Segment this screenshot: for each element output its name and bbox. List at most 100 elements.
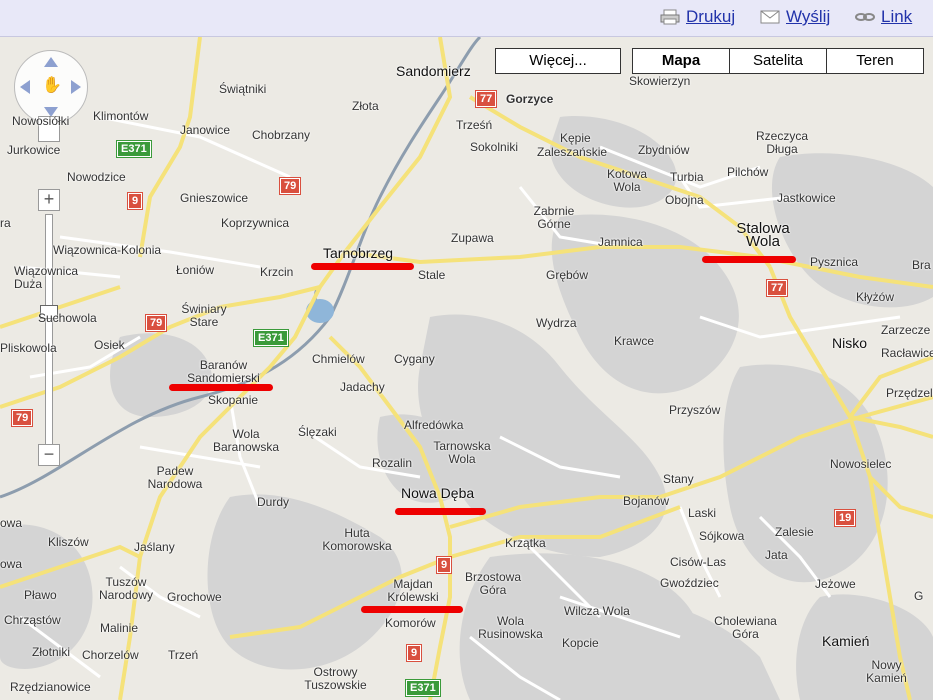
- place-label: Tuszów Narodowy: [98, 575, 154, 602]
- place-label: Huta Komorowska: [322, 526, 392, 553]
- place-label: Jata: [765, 548, 788, 562]
- place-label: Gorzyce: [506, 92, 554, 106]
- place-label: Koprzywnica: [221, 216, 290, 230]
- send-label: Wyślij: [786, 7, 831, 26]
- zoom-track[interactable]: [40, 214, 58, 446]
- map-canvas[interactable]: ✋ + − Więcej... Mapa Satelita Teren 77 7…: [0, 37, 933, 700]
- place-label: Komorów: [385, 616, 436, 630]
- place-label: Pilchów: [727, 165, 769, 179]
- place-label: Stalowa Wola: [736, 220, 790, 250]
- road-shield: 79: [278, 177, 302, 195]
- place-label: Zalesie: [775, 525, 814, 539]
- place-label: Nisko: [832, 335, 868, 351]
- place-label: Zarzecze: [881, 323, 931, 337]
- place-label: Rzeczyca Długa: [755, 129, 808, 156]
- place-label: Suchowola: [38, 311, 97, 325]
- place-label: Jurkowice: [7, 143, 61, 157]
- pan-up-arrow[interactable]: [44, 57, 58, 67]
- place-label: Wiązownica Duża: [14, 264, 79, 291]
- place-label: Sokolniki: [470, 140, 519, 154]
- place-label: Jamnica: [598, 235, 643, 249]
- map-type-satelita[interactable]: Satelita: [729, 49, 826, 73]
- place-label: Laski: [688, 506, 717, 520]
- zoom-out-button[interactable]: −: [38, 444, 60, 466]
- place-label: Tarnowska Wola: [433, 439, 491, 466]
- place-label: owa: [0, 516, 23, 530]
- place-label: Bojanów: [623, 494, 670, 508]
- place-label: Gwoździec: [660, 576, 719, 590]
- pan-left-arrow[interactable]: [20, 80, 30, 94]
- road-shield: 79: [144, 314, 168, 332]
- print-link[interactable]: Drukuj: [660, 7, 735, 27]
- place-label: Krawce: [614, 334, 655, 348]
- place-label: Turbia: [670, 170, 704, 184]
- place-label: Skowierzyn: [629, 74, 691, 88]
- highlight-baranow-sandomierski: [169, 384, 273, 391]
- more-button[interactable]: Więcej...: [495, 48, 621, 74]
- place-label: Trześń: [456, 118, 493, 132]
- link-link[interactable]: Link: [855, 7, 912, 27]
- place-label: Zupawa: [451, 231, 494, 245]
- place-label: Jeżowe: [815, 577, 856, 591]
- place-label: Wola Baranowska: [212, 427, 280, 454]
- place-label: Przędzel: [886, 386, 933, 400]
- place-label: Nowodzice: [67, 170, 126, 184]
- place-label: Wiązownica-Kolonia: [53, 243, 162, 257]
- place-label: Sójkowa: [699, 529, 745, 543]
- place-label: Sandomierz: [396, 63, 471, 79]
- place-label: Pliskowola: [0, 341, 57, 355]
- pan-control[interactable]: ✋: [14, 50, 88, 124]
- envelope-icon: [760, 9, 780, 25]
- place-label: Ślęzaki: [298, 425, 337, 439]
- place-label: Zabrnie Górne: [533, 204, 575, 231]
- map-type-mapa[interactable]: Mapa: [633, 49, 729, 73]
- place-label: Chmielów: [312, 352, 365, 366]
- place-label: Chobrzany: [252, 128, 311, 142]
- place-label: Złota: [352, 99, 379, 113]
- highlight-stalowa-wola: [702, 256, 796, 263]
- place-label: Jastkowice: [777, 191, 836, 205]
- highlight-nowa-deba: [395, 508, 486, 515]
- place-label: Nowosielec: [830, 457, 892, 471]
- place-label: Zaleszańskie: [537, 145, 608, 159]
- euro-road-shield: E371: [116, 140, 152, 158]
- send-link[interactable]: Wyślij: [760, 7, 830, 27]
- map-type-teren[interactable]: Teren: [826, 49, 923, 73]
- euro-road-shield: E371: [405, 679, 441, 697]
- place-label: Jaślany: [134, 540, 175, 554]
- place-label: Grębów: [546, 268, 589, 282]
- place-label: Krzcin: [260, 265, 294, 279]
- road-shield: 9: [126, 192, 144, 210]
- place-label: Racławice: [881, 346, 933, 360]
- place-label: Chorzelów: [82, 648, 139, 662]
- place-label: Osiek: [94, 338, 125, 352]
- place-label: Padew Narodowa: [147, 464, 203, 491]
- place-label: Nowa Dęba: [401, 485, 475, 501]
- place-label: Kłyżów: [856, 290, 895, 304]
- zoom-in-button[interactable]: +: [38, 189, 60, 211]
- place-label: Krzątka: [505, 536, 546, 550]
- place-label: Świniary Stare: [181, 302, 227, 329]
- top-toolbar: Drukuj Wyślij Link: [0, 0, 933, 37]
- place-label: Skopanie: [208, 393, 259, 407]
- hand-icon[interactable]: ✋: [42, 77, 62, 95]
- map-type-selector: Mapa Satelita Teren: [632, 48, 924, 74]
- place-label: Bra: [912, 258, 931, 272]
- link-label: Link: [881, 7, 913, 26]
- print-label: Drukuj: [686, 7, 736, 26]
- zoom-control[interactable]: + −: [38, 116, 60, 466]
- place-label: Nowosiółki: [12, 114, 70, 128]
- place-label: Majdan Królewski: [387, 577, 439, 604]
- printer-icon: [660, 9, 680, 25]
- highlight-majdan-krolewski: [361, 606, 463, 613]
- place-label: Baranów Sandomierski: [187, 358, 260, 385]
- place-label: Gnieszowice: [180, 191, 249, 205]
- pan-right-arrow[interactable]: [71, 80, 81, 94]
- place-label: Tarnobrzeg: [323, 245, 394, 261]
- place-label: Cygany: [394, 352, 435, 366]
- place-label: Durdy: [257, 495, 290, 509]
- place-label: Brzostowa Góra: [464, 570, 522, 597]
- place-label: Przyszów: [669, 403, 721, 417]
- place-label: Rozalin: [372, 456, 413, 470]
- place-label: Kotowa Wola: [606, 167, 648, 194]
